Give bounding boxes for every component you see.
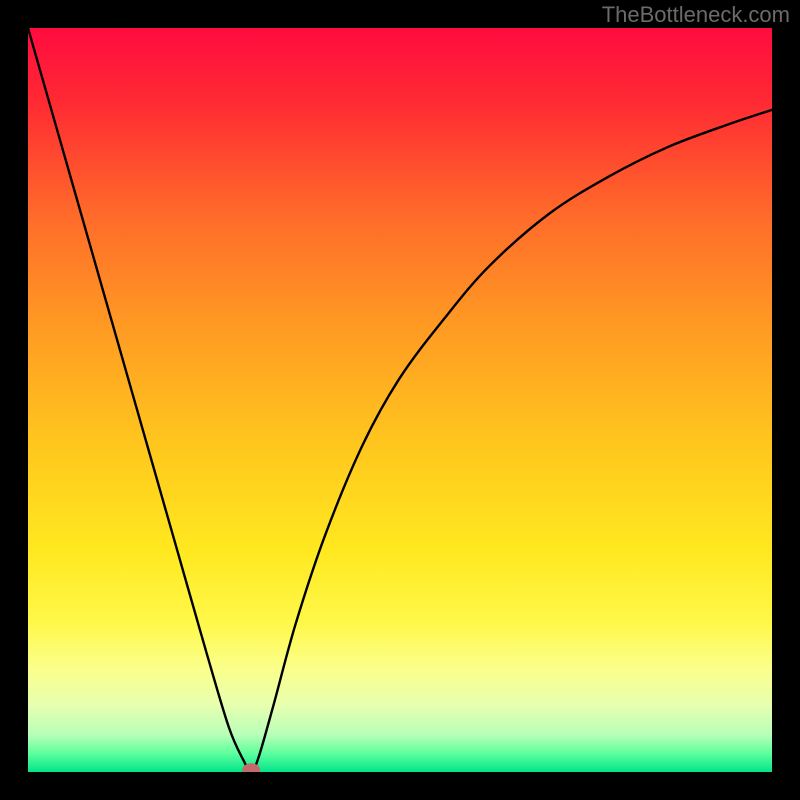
chart-frame: TheBottleneck.com <box>0 0 800 800</box>
plot-area <box>28 28 772 772</box>
watermark-text: TheBottleneck.com <box>602 2 790 28</box>
chart-svg <box>28 28 772 772</box>
gradient-background <box>28 28 772 772</box>
